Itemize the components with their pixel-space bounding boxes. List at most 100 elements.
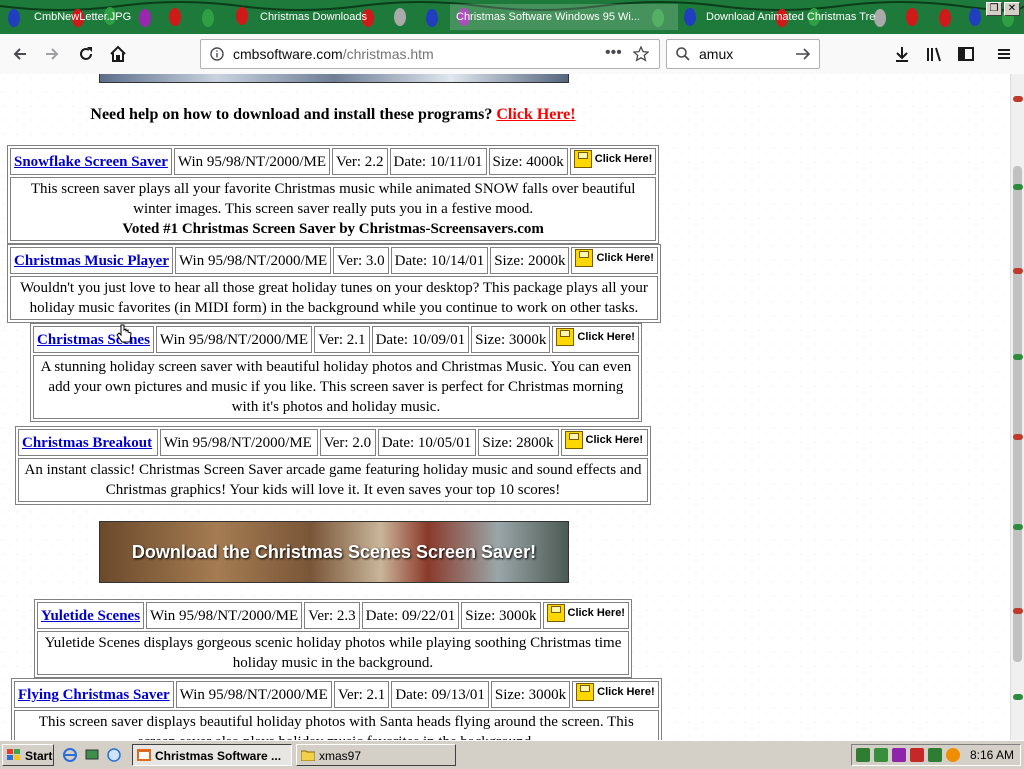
program-date: Date: 10/14/01 [390, 247, 489, 274]
download-button[interactable]: Click Here! [546, 604, 625, 622]
program-version: Ver: 2.3 [304, 602, 360, 629]
light-decoration [1013, 184, 1023, 190]
program-size: Size: 3000k [471, 326, 551, 353]
tray-app-icon[interactable] [910, 748, 924, 762]
back-arrow-icon[interactable] [8, 42, 32, 66]
download-cell: Click Here! [542, 602, 629, 629]
light-decoration [1013, 608, 1023, 614]
taskbar-item-christmas-software[interactable]: Christmas Software ... [132, 744, 292, 766]
tray-app-icon[interactable] [928, 748, 942, 762]
program-title-link[interactable]: Snowflake Screen Saver [14, 154, 168, 170]
help-line: Need help on how to download and install… [0, 106, 666, 124]
download-button[interactable]: Click Here! [556, 328, 635, 346]
floppy-disk-icon [564, 431, 583, 449]
close-window-icon[interactable]: ✕ [1004, 2, 1020, 16]
light-decoration [1013, 268, 1023, 274]
taskbar-clock[interactable]: 8:16 AM [970, 745, 1014, 765]
program-description: This screen saver displays beautiful hol… [14, 710, 659, 740]
folder-icon [301, 750, 315, 761]
program-table-yuletide-scenes: Yuletide Scenes Win 95/98/NT/2000/ME Ver… [34, 599, 632, 678]
download-button[interactable]: Click Here! [576, 683, 655, 701]
download-label: Click Here! [585, 434, 643, 446]
program-os: Win 95/98/NT/2000/ME [155, 326, 313, 353]
program-size: Size: 3000k [490, 681, 571, 708]
search-input[interactable]: amux [699, 40, 733, 68]
downloads-icon[interactable] [890, 42, 914, 66]
url-text[interactable]: cmbsoftware.com/christmas.htm [233, 40, 434, 68]
program-version: Ver: 2.1 [333, 681, 390, 708]
menu-hamburger-icon[interactable] [992, 42, 1016, 66]
program-date: Date: 09/13/01 [391, 681, 489, 708]
tray-app-icon[interactable] [892, 748, 906, 762]
program-size: Size: 2000k [490, 247, 570, 274]
program-title-cell: Yuletide Scenes [37, 602, 145, 629]
search-go-arrow-icon[interactable] [795, 47, 811, 61]
program-description: This screen saver plays all your favorit… [10, 177, 657, 241]
program-os: Win 95/98/NT/2000/ME [159, 429, 318, 456]
tab-download-animated-tree[interactable]: Download Animated Christmas Tree [700, 4, 876, 30]
download-button[interactable]: Click Here! [575, 249, 654, 267]
tray-app-icon[interactable] [856, 748, 870, 762]
internet-explorer-icon[interactable] [62, 747, 78, 763]
tray-app-icon[interactable] [946, 748, 960, 762]
page-actions-icon[interactable]: ••• [605, 40, 622, 66]
program-title-link[interactable]: Christmas Music Player [14, 253, 169, 269]
sidebar-icon[interactable] [954, 42, 978, 66]
download-cell: Click Here! [552, 326, 639, 353]
bookmark-star-icon[interactable] [633, 46, 649, 62]
program-size: Size: 3000k [461, 602, 541, 629]
channels-icon[interactable] [106, 747, 122, 763]
tab-christmas-downloads[interactable]: Christmas Downloads [254, 4, 372, 30]
program-description: A stunning holiday screen saver with bea… [33, 355, 639, 419]
floppy-disk-icon [556, 328, 575, 346]
tab-cmbnewletter[interactable]: CmbNewLetter.JPG [28, 4, 134, 30]
program-date: Date: 09/22/01 [361, 602, 460, 629]
download-button[interactable]: Click Here! [564, 431, 643, 449]
hand-cursor-icon [116, 324, 132, 343]
reload-icon[interactable] [74, 42, 98, 66]
restore-window-icon[interactable]: ❐ [986, 2, 1002, 16]
program-size: Size: 2800k [478, 429, 559, 456]
program-version: Ver: 2.2 [332, 148, 388, 175]
floppy-disk-icon [575, 249, 594, 267]
light-decoration [1013, 434, 1023, 440]
program-title-cell: Christmas Breakout [18, 429, 158, 456]
taskbar-item-label: Christmas Software ... [155, 749, 282, 763]
program-title-cell: Christmas Scenes [33, 326, 154, 353]
url-host: cmbsoftware.com [233, 46, 343, 62]
tray-app-icon[interactable] [874, 748, 888, 762]
top-banner-image[interactable] [99, 74, 569, 83]
download-label: Click Here! [594, 153, 653, 165]
program-title-link[interactable]: Flying Christmas Saver [18, 687, 170, 703]
vertical-scrollbar[interactable] [1010, 74, 1024, 740]
show-desktop-icon[interactable] [84, 747, 100, 763]
christmas-scenes-banner[interactable]: Download the Christmas Scenes Screen Sav… [99, 521, 569, 583]
scrollbar-thumb[interactable] [1013, 166, 1022, 662]
info-icon[interactable] [210, 47, 224, 61]
url-bar[interactable]: cmbsoftware.com/christmas.htm ••• [200, 39, 660, 69]
start-button[interactable]: Start [2, 744, 54, 766]
search-bar[interactable]: amux [666, 39, 820, 69]
program-os: Win 95/98/NT/2000/ME [173, 148, 331, 175]
program-title-link[interactable]: Yuletide Scenes [41, 608, 140, 624]
library-icon[interactable] [922, 42, 946, 66]
system-tray: 8:16 AM [851, 744, 1021, 766]
program-title-link[interactable]: Christmas Scenes [37, 332, 150, 348]
help-link[interactable]: Click Here! [496, 106, 575, 123]
download-cell: Click Here! [572, 681, 659, 708]
download-button[interactable]: Click Here! [573, 150, 653, 168]
program-title-cell: Christmas Music Player [10, 247, 173, 274]
program-version: Ver: 2.0 [319, 429, 376, 456]
download-cell: Click Here! [560, 429, 648, 456]
program-os: Win 95/98/NT/2000/ME [174, 247, 332, 274]
home-icon[interactable] [106, 42, 130, 66]
program-title-link[interactable]: Christmas Breakout [22, 435, 152, 451]
forward-arrow-icon[interactable] [40, 42, 64, 66]
program-description: Wouldn't you just love to hear all those… [10, 276, 658, 320]
tab-christmas-software[interactable]: Christmas Software Windows 95 Wi... [450, 4, 678, 30]
tab-strip: CmbNewLetter.JPG Christmas Downloads Chr… [0, 0, 1024, 34]
search-icon [676, 47, 690, 61]
program-version: Ver: 2.1 [314, 326, 370, 353]
taskbar-item-xmas97[interactable]: xmas97 [296, 744, 456, 766]
download-cell: Click Here! [571, 247, 658, 274]
